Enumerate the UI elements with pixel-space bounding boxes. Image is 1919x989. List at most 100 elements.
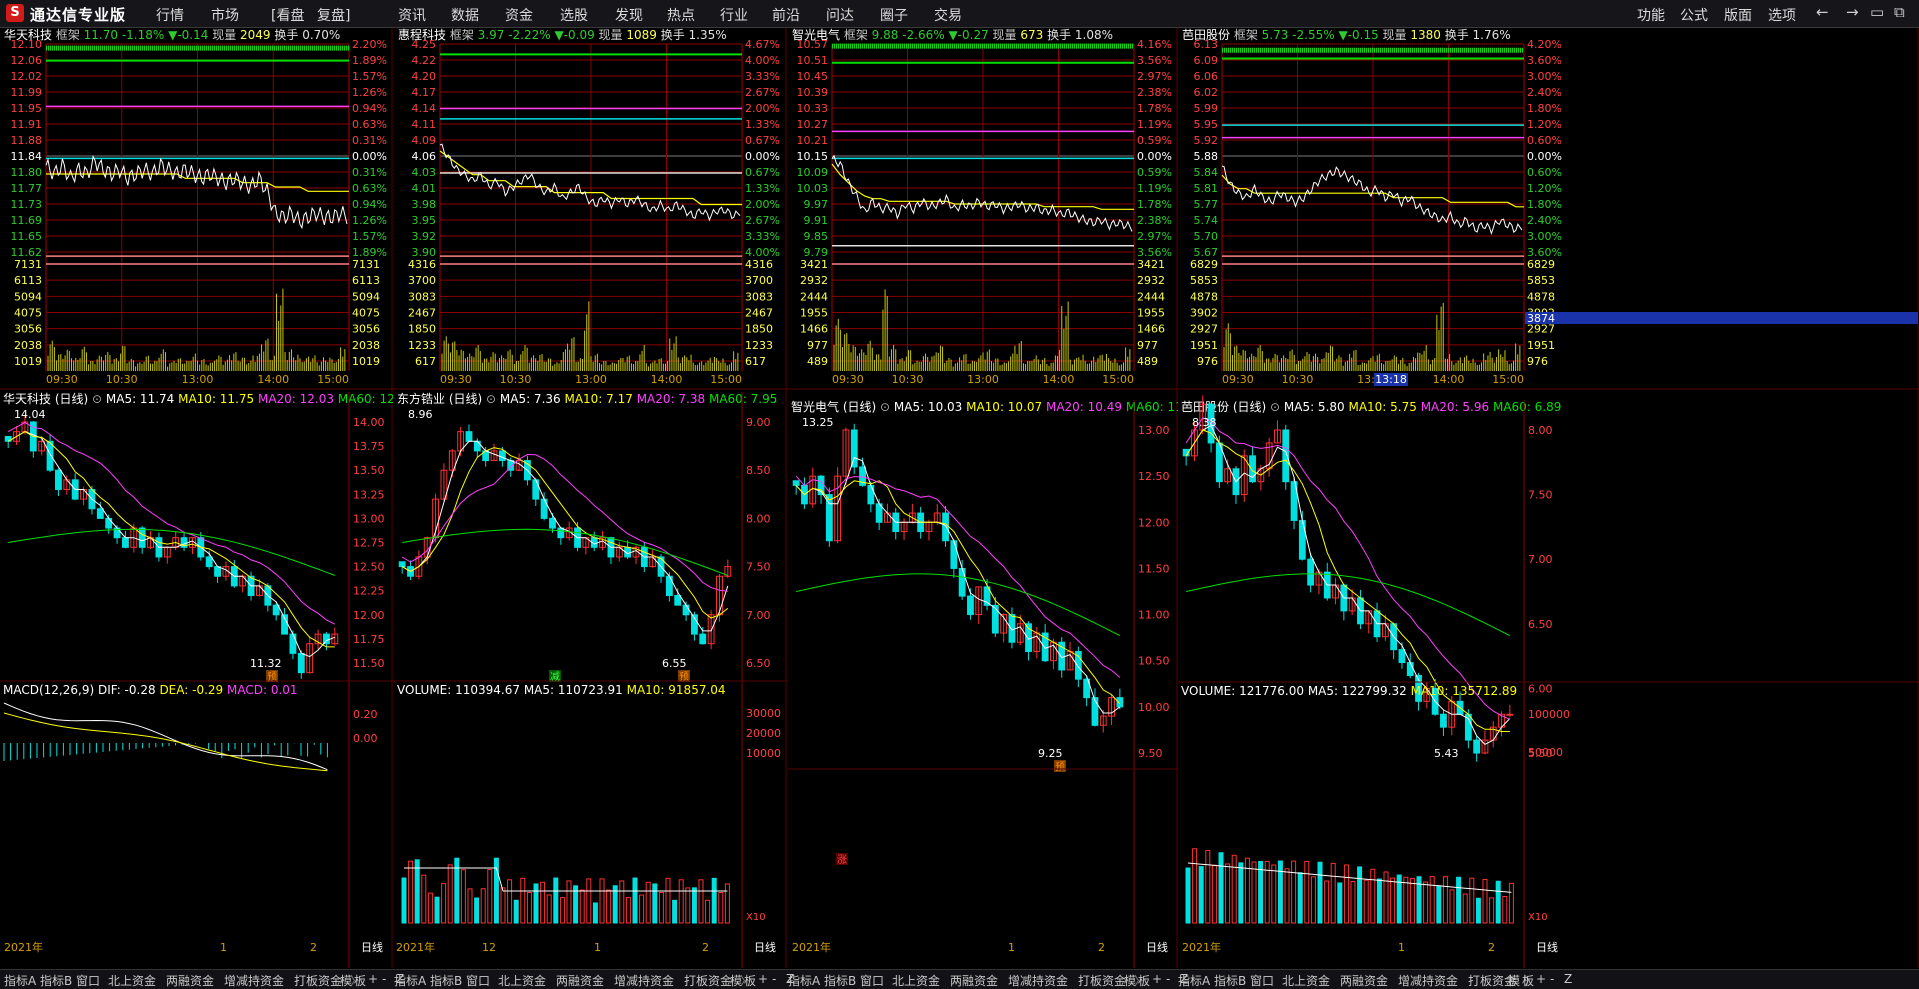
statusbar-tool-2-1[interactable]: 板: [1138, 972, 1150, 989]
stock-chart-svg[interactable]: 芭田股份 框架 5.73 -2.55% ▼-0.15 现量 1380 换手 1.…: [1178, 28, 1919, 968]
menu-item-0[interactable]: 行情: [156, 5, 184, 25]
daily-price-tick: 13.25: [353, 488, 385, 501]
right-menu-item-2[interactable]: 版面: [1724, 5, 1752, 25]
statusbar-tab-1-0[interactable]: 指标A: [394, 972, 426, 989]
statusbar-tool-3-1[interactable]: 板: [1522, 972, 1534, 989]
statusbar-tab-0-0[interactable]: 指标A: [4, 972, 36, 989]
menu-item-2[interactable]: [看盘: [271, 5, 304, 25]
pct-tick: 1.33%: [745, 118, 780, 131]
statusbar-tab-1-3[interactable]: 北上资金: [498, 972, 546, 989]
stock-chart-svg[interactable]: 智光电气 框架 9.88 -2.66% ▼-0.27 现量 673 换手 1.0…: [788, 27, 1202, 968]
statusbar-tool-0-0[interactable]: 模: [340, 972, 352, 989]
statusbar-tab-2-0[interactable]: 指标A: [788, 972, 820, 989]
stock-panel-0[interactable]: 华天科技 框架 11.70 -1.18% ▼-0.14 现量 2049 换手 0…: [0, 28, 414, 968]
pct-tick: 4.00%: [745, 54, 780, 67]
statusbar-tab-3-0[interactable]: 指标A: [1178, 972, 1210, 989]
menu-item-3[interactable]: 复盘]: [317, 5, 350, 25]
statusbar-tab-1-4[interactable]: 两融资金: [556, 972, 604, 989]
statusbar-tab-2-5[interactable]: 增减持资金: [1008, 972, 1068, 989]
price-tick: 4.09: [412, 134, 437, 147]
stock-chart-svg[interactable]: 华天科技 框架 11.70 -1.18% ▼-0.14 现量 2049 换手 0…: [0, 28, 414, 968]
menu-item-8[interactable]: 发现: [615, 5, 643, 25]
statusbar-tab-0-6[interactable]: 打板资金: [294, 972, 342, 989]
statusbar-tab-2-1[interactable]: 指标B: [824, 972, 856, 989]
statusbar-tab-1-5[interactable]: 增减持资金: [614, 972, 674, 989]
vol-tick: 6829: [1190, 258, 1218, 271]
menu-item-7[interactable]: 选股: [560, 5, 588, 25]
menu-item-12[interactable]: 问达: [826, 5, 854, 25]
statusbar-tab-3-4[interactable]: 两融资金: [1340, 972, 1388, 989]
vol-tick: 1951: [1527, 339, 1555, 352]
statusbar-tool-0-3[interactable]: -: [382, 972, 386, 986]
statusbar-tab-3-1[interactable]: 指标B: [1214, 972, 1246, 989]
daily-price-tick: 11.50: [353, 657, 385, 670]
statusbar-tab-2-6[interactable]: 打板资金: [1078, 972, 1126, 989]
statusbar-tab-0-2[interactable]: 窗口: [76, 972, 100, 989]
statusbar-tool-3-2[interactable]: +: [1536, 972, 1546, 986]
forward-icon[interactable]: →: [1846, 3, 1859, 21]
statusbar-tool-0-1[interactable]: 板: [354, 972, 366, 989]
statusbar-tool-1-3[interactable]: -: [772, 972, 776, 986]
back-icon[interactable]: ←: [1816, 3, 1829, 21]
menu-item-5[interactable]: 数据: [451, 5, 479, 25]
menu-item-1[interactable]: 市场: [211, 5, 239, 25]
menu-item-4[interactable]: 资讯: [398, 5, 426, 25]
statusbar-tool-0-2[interactable]: +: [368, 972, 378, 986]
vol-tick: 976: [1527, 355, 1548, 368]
statusbar-tab-0-5[interactable]: 增减持资金: [224, 972, 284, 989]
vol-tick: 3083: [745, 290, 773, 303]
menu-item-9[interactable]: 热点: [667, 5, 695, 25]
statusbar-tool-3-0[interactable]: 模: [1508, 972, 1520, 989]
statusbar-tab-0-3[interactable]: 北上资金: [108, 972, 156, 989]
right-menu-item-3[interactable]: 选项: [1768, 5, 1796, 25]
statusbar-tool-3-3[interactable]: -: [1550, 972, 1554, 986]
menu-item-14[interactable]: 交易: [934, 5, 962, 25]
statusbar-tab-0-1[interactable]: 指标B: [40, 972, 72, 989]
statusbar-tab-1-1[interactable]: 指标B: [430, 972, 462, 989]
statusbar-tool-3-4[interactable]: Z: [1564, 972, 1572, 986]
statusbar-tab-1-2[interactable]: 窗口: [466, 972, 490, 989]
price-tick: 4.25: [412, 38, 437, 51]
menu-item-11[interactable]: 前沿: [772, 5, 800, 25]
statusbar-tab-3-2[interactable]: 窗口: [1250, 972, 1274, 989]
statusbar-tab-2-4[interactable]: 两融资金: [950, 972, 998, 989]
right-menu-item-1[interactable]: 公式: [1680, 5, 1708, 25]
statusbar-tool-2-2[interactable]: +: [1152, 972, 1162, 986]
statusbar-tool-2-3[interactable]: -: [1166, 972, 1170, 986]
pct-tick: 3.33%: [745, 70, 780, 83]
date-tick: 12: [482, 941, 496, 954]
stock-panel-2[interactable]: 智光电气 框架 9.88 -2.66% ▼-0.27 现量 673 换手 1.0…: [788, 27, 1202, 968]
menu-item-13[interactable]: 圈子: [880, 5, 908, 25]
menu-item-6[interactable]: 资金: [505, 5, 533, 25]
statusbar-tab-3-5[interactable]: 增减持资金: [1398, 972, 1458, 989]
pct-tick: 3.00%: [1527, 70, 1562, 83]
vol-tick: 3421: [800, 258, 828, 271]
vol-tick: 3700: [408, 274, 436, 287]
price-tick: 10.03: [797, 182, 829, 195]
statusbar-tab-0-4[interactable]: 两融资金: [166, 972, 214, 989]
pct-tick: 0.60%: [1527, 134, 1562, 147]
date-tick: 1: [1008, 941, 1015, 954]
right-menu-item-0[interactable]: 功能: [1637, 5, 1665, 25]
statusbar-tool-1-2[interactable]: +: [758, 972, 768, 986]
statusbar-tab-2-3[interactable]: 北上资金: [892, 972, 940, 989]
price-tick: 6.13: [1194, 38, 1219, 51]
stock-panel-3[interactable]: 芭田股份 框架 5.73 -2.55% ▼-0.15 现量 1380 换手 1.…: [1178, 28, 1919, 968]
stock-chart-svg[interactable]: 惠程科技 框架 3.97 -2.22% ▼-0.09 现量 1089 换手 1.…: [394, 27, 787, 968]
statusbar-tab-1-6[interactable]: 打板资金: [684, 972, 732, 989]
pct-tick: 1.20%: [1527, 182, 1562, 195]
maximize-icon[interactable]: ⧉: [1894, 3, 1905, 21]
vol-tick: 2444: [1137, 290, 1165, 303]
statusbar-tool-2-0[interactable]: 模: [1124, 972, 1136, 989]
restore-icon[interactable]: ▭: [1870, 3, 1884, 21]
pct-tick: 1.26%: [352, 214, 387, 227]
daily-price-tick: 10.00: [1138, 701, 1170, 714]
daily-price-tick: 12.00: [353, 609, 385, 622]
statusbar-tab-2-2[interactable]: 窗口: [860, 972, 884, 989]
vol-tick: 489: [807, 355, 828, 368]
statusbar-tool-1-0[interactable]: 模: [730, 972, 742, 989]
statusbar-tool-1-1[interactable]: 板: [744, 972, 756, 989]
stock-panel-1[interactable]: 惠程科技 框架 3.97 -2.22% ▼-0.09 现量 1089 换手 1.…: [394, 27, 787, 968]
statusbar-tab-3-3[interactable]: 北上资金: [1282, 972, 1330, 989]
menu-item-10[interactable]: 行业: [720, 5, 748, 25]
